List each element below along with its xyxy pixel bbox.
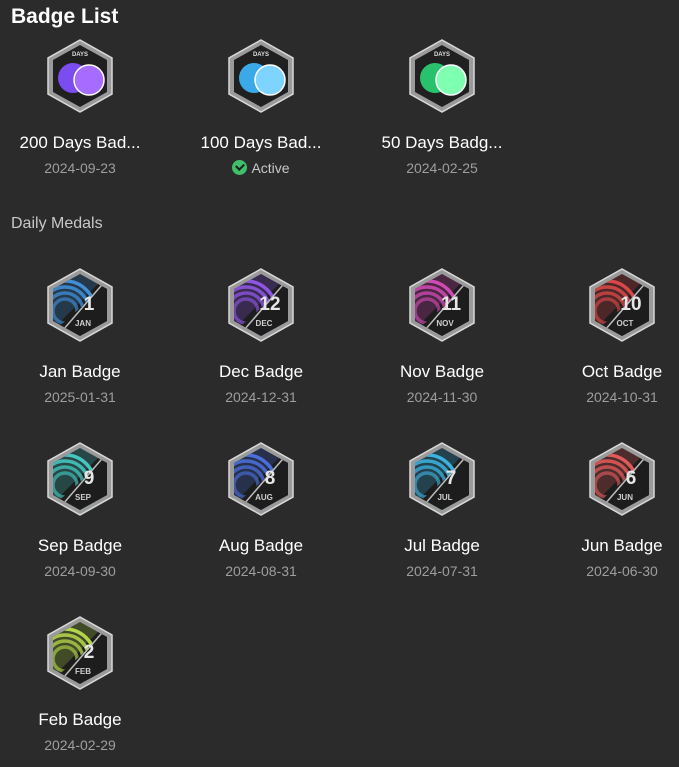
medal-date: 2024-08-31 — [225, 563, 297, 579]
medal-number: 1 — [84, 294, 95, 315]
medal-month: JUL — [437, 493, 452, 502]
daily-medal-card[interactable]: 9 SEP Sep Badge 2024-09-30 — [0, 441, 160, 601]
badge-date: 2024-02-25 — [406, 160, 478, 176]
daily-medal-card[interactable]: 6 JUN Jun Badge 2024-06-30 — [542, 441, 679, 601]
medal-name: Oct Badge — [581, 362, 663, 381]
medal-month: OCT — [617, 319, 634, 328]
medal-number: 10 — [620, 294, 641, 315]
streak-badge-card[interactable]: DAYS 100 Days Bad... Active — [181, 38, 341, 198]
badge-list-page: Badge List DAYS 200 Days Bad... 2024-09-23… — [0, 0, 679, 767]
days-50-badge-icon: DAYS — [407, 38, 477, 113]
oct-medal-icon: 10 OCT — [587, 267, 657, 342]
medal-name: Jan Badge — [39, 362, 121, 381]
medal-month: JAN — [75, 319, 91, 328]
medal-number: 8 — [265, 468, 276, 489]
feb-medal-icon: 2 FEB — [45, 615, 115, 690]
streak-badge-label: DAYS — [434, 52, 450, 58]
medal-number: 12 — [259, 294, 280, 315]
daily-medal-card[interactable]: 2 FEB Feb Badge 2024-02-29 — [0, 615, 160, 767]
medal-date: 2024-02-29 — [44, 737, 116, 753]
medal-number: 7 — [446, 468, 457, 489]
daily-medal-card[interactable]: 12 DEC Dec Badge 2024-12-31 — [181, 267, 341, 427]
medal-name: Nov Badge — [399, 362, 485, 381]
medal-name: Feb Badge — [38, 710, 122, 729]
jan-medal-icon: 1 JAN — [45, 267, 115, 342]
medal-number: 11 — [441, 294, 462, 315]
daily-medal-card[interactable]: 8 AUG Aug Badge 2024-08-31 — [181, 441, 341, 601]
medal-number: 9 — [84, 468, 95, 489]
medal-name: Dec Badge — [218, 362, 304, 381]
medal-name: Aug Badge — [218, 536, 304, 555]
medal-month: AUG — [255, 493, 273, 502]
nov-medal-icon: 11 NOV — [407, 267, 477, 342]
medal-number: 2 — [84, 642, 95, 663]
status-text: Active — [251, 160, 290, 176]
jun-medal-icon: 6 JUN — [587, 441, 657, 516]
streak-badge-card[interactable]: DAYS 200 Days Bad... 2024-09-23 — [0, 38, 160, 198]
sep-medal-icon: 9 SEP — [45, 441, 115, 516]
check-circle-icon — [232, 160, 248, 175]
daily-medals-heading: Daily Medals — [11, 215, 103, 232]
badge-date: 2024-09-23 — [44, 160, 116, 176]
daily-medal-card[interactable]: 1 JAN Jan Badge 2025-01-31 — [0, 267, 160, 427]
medal-month: FEB — [75, 667, 91, 676]
medal-month: DEC — [256, 319, 273, 328]
medal-month: SEP — [75, 493, 92, 502]
medal-date: 2024-11-30 — [406, 389, 478, 405]
daily-medal-card[interactable]: 7 JUL Jul Badge 2024-07-31 — [362, 441, 522, 601]
medal-month: JUN — [617, 493, 633, 502]
badge-name: 100 Days Bad... — [200, 133, 322, 152]
days-200-badge-icon: DAYS — [45, 38, 115, 113]
dec-medal-icon: 12 DEC — [226, 267, 296, 342]
jul-medal-icon: 7 JUL — [407, 441, 477, 516]
page-title: Badge List — [11, 5, 119, 28]
medal-date: 2024-10-31 — [586, 389, 658, 405]
medal-name: Jul Badge — [404, 536, 480, 555]
medal-name: Jun Badge — [581, 536, 663, 555]
daily-medal-card[interactable]: 11 NOV Nov Badge 2024-11-30 — [362, 267, 522, 427]
medal-date: 2024-07-31 — [406, 563, 478, 579]
badge-name: 200 Days Bad... — [19, 133, 141, 152]
medal-date: 2024-09-30 — [44, 563, 116, 579]
medal-month: NOV — [436, 319, 454, 328]
medal-name: Sep Badge — [37, 536, 123, 555]
medal-date: 2024-06-30 — [586, 563, 658, 579]
aug-medal-icon: 8 AUG — [226, 441, 296, 516]
medal-date: 2024-12-31 — [225, 389, 297, 405]
badge-name: 50 Days Badg... — [381, 133, 503, 152]
streak-badge-card[interactable]: DAYS 50 Days Badg... 2024-02-25 — [362, 38, 522, 198]
medal-number: 6 — [626, 468, 637, 489]
streak-badge-label: DAYS — [253, 52, 269, 58]
daily-medal-card[interactable]: 10 OCT Oct Badge 2024-10-31 — [542, 267, 679, 427]
medal-date: 2025-01-31 — [44, 389, 116, 405]
active-status: Active — [181, 160, 341, 176]
days-100-badge-icon: DAYS — [226, 38, 296, 113]
streak-badge-label: DAYS — [72, 52, 88, 58]
